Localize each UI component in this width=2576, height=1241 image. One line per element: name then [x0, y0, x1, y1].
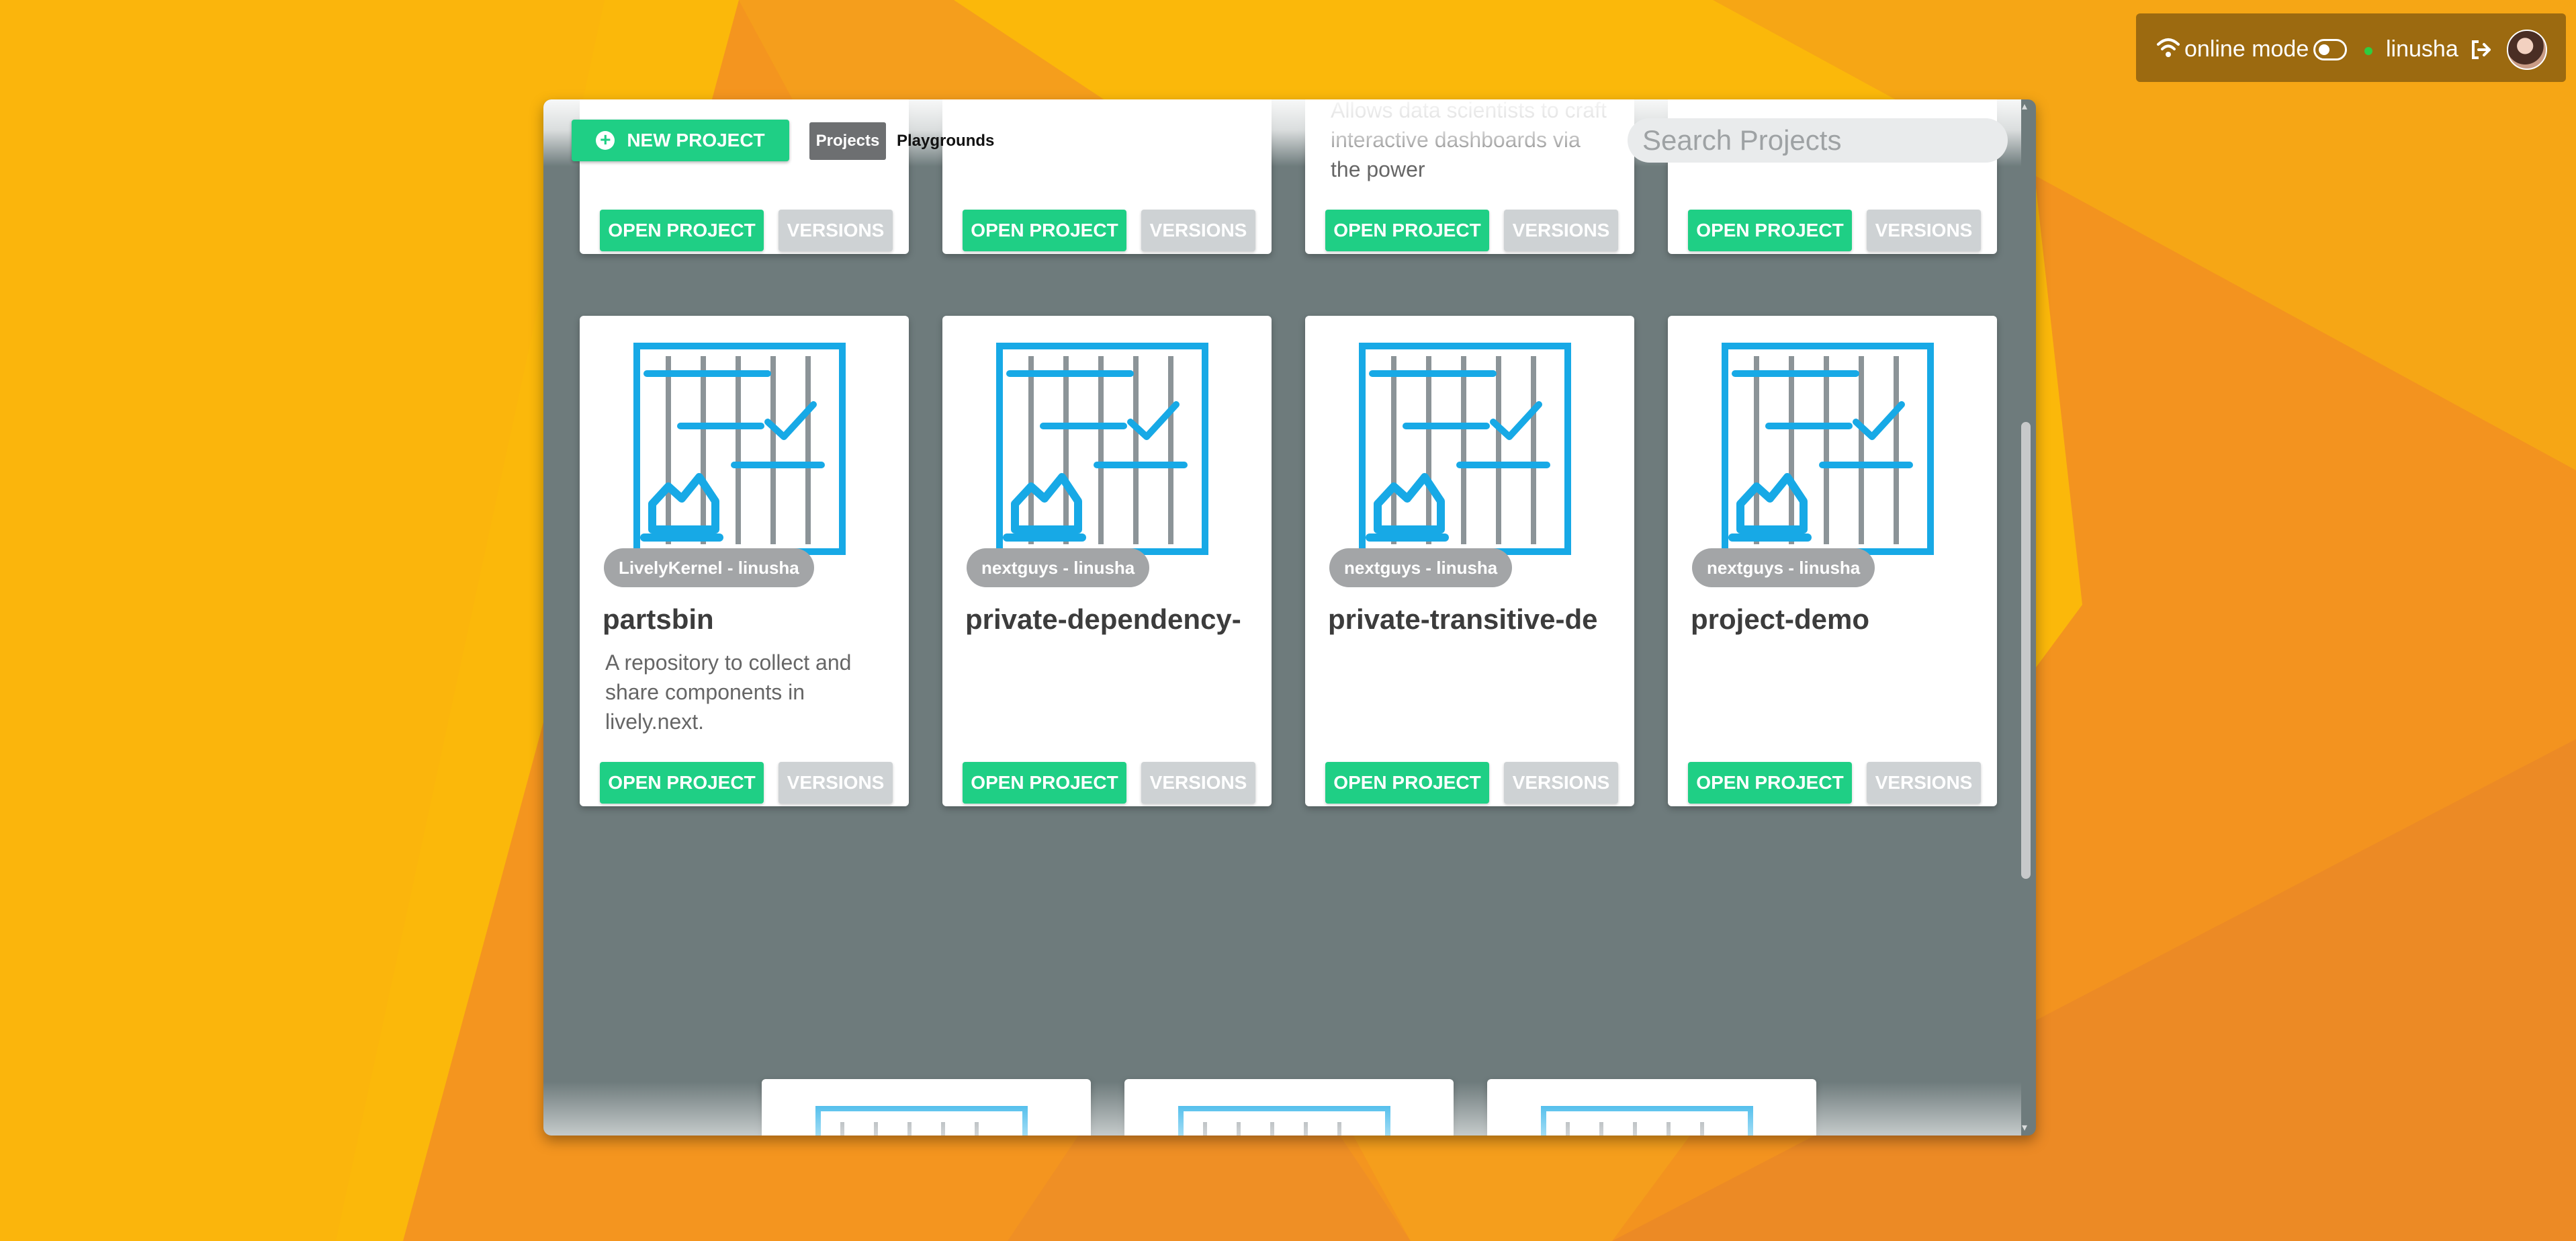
- open-project-button[interactable]: OPEN PROJECT: [963, 210, 1126, 251]
- project-icon: [1359, 343, 1571, 555]
- new-project-button[interactable]: + NEW PROJECT: [572, 120, 789, 161]
- bottom-fade: [543, 1082, 2021, 1136]
- owner-badge: nextguys - linusha: [1329, 548, 1513, 587]
- project-card: LivelyKernel - linusha partsbin A reposito…: [580, 316, 909, 806]
- owner-badge: nextguys - linusha: [1692, 548, 1875, 587]
- project-title: project-demo: [1691, 603, 1870, 635]
- project-card: nextguys - linusha private-transitive-de O…: [1305, 316, 1634, 806]
- versions-button[interactable]: VERSIONS: [1867, 762, 1981, 804]
- versions-button[interactable]: VERSIONS: [1504, 210, 1618, 251]
- logout-icon[interactable]: [2469, 38, 2493, 62]
- project-icon: [1722, 343, 1934, 555]
- project-description: [968, 648, 1250, 736]
- versions-button[interactable]: VERSIONS: [779, 762, 893, 804]
- project-icon: [633, 343, 846, 555]
- online-mode-toggle[interactable]: [2313, 39, 2347, 60]
- avatar[interactable]: [2507, 30, 2547, 70]
- open-project-button[interactable]: OPEN PROJECT: [963, 762, 1126, 804]
- plus-icon: +: [596, 130, 615, 150]
- scroll-down-arrow[interactable]: ▾: [2020, 1123, 2029, 1133]
- open-project-button[interactable]: OPEN PROJECT: [1688, 762, 1852, 804]
- project-card: nextguys - linusha project-demo OPEN PROJE…: [1668, 316, 1997, 806]
- versions-button[interactable]: VERSIONS: [1867, 210, 1981, 251]
- open-project-button[interactable]: OPEN PROJECT: [1325, 210, 1489, 251]
- new-project-label: NEW PROJECT: [627, 130, 765, 151]
- versions-button[interactable]: VERSIONS: [1504, 762, 1618, 804]
- project-title: partsbin: [603, 603, 714, 635]
- versions-button[interactable]: VERSIONS: [779, 210, 893, 251]
- project-description: [1693, 648, 1975, 736]
- open-project-button[interactable]: OPEN PROJECT: [600, 210, 764, 251]
- versions-button[interactable]: VERSIONS: [1141, 210, 1255, 251]
- username-label: linusha: [2386, 36, 2458, 62]
- toggle-knob: [2319, 44, 2329, 55]
- online-status-dot: [2364, 47, 2372, 55]
- project-title: private-dependency-: [965, 603, 1241, 635]
- owner-badge: LivelyKernel - linusha: [604, 548, 814, 587]
- project-title: private-transitive-de: [1328, 603, 1598, 635]
- versions-button[interactable]: VERSIONS: [1141, 762, 1255, 804]
- scroll-up-arrow[interactable]: ▴: [2020, 101, 2029, 112]
- project-icon: [996, 343, 1208, 555]
- scrollbar-thumb[interactable]: [2021, 422, 2031, 879]
- open-project-button[interactable]: OPEN PROJECT: [1325, 762, 1489, 804]
- project-description: A repository to collect and share compon…: [605, 650, 852, 734]
- wifi-icon: [2157, 38, 2180, 57]
- open-project-button[interactable]: OPEN PROJECT: [1688, 210, 1852, 251]
- tab-projects[interactable]: Projects: [809, 122, 886, 160]
- search-input[interactable]: [1628, 118, 2008, 163]
- project-description: [1331, 648, 1613, 736]
- online-mode-label: online mode: [2184, 36, 2309, 62]
- open-project-button[interactable]: OPEN PROJECT: [600, 762, 764, 804]
- project-card: nextguys - linusha private-dependency- OPE…: [942, 316, 1272, 806]
- owner-badge: nextguys - linusha: [967, 548, 1150, 587]
- tab-playgrounds[interactable]: Playgrounds: [897, 122, 994, 160]
- projects-browser: linushaexperimentOPEN PROJECTVERSIONSlin…: [543, 99, 2036, 1136]
